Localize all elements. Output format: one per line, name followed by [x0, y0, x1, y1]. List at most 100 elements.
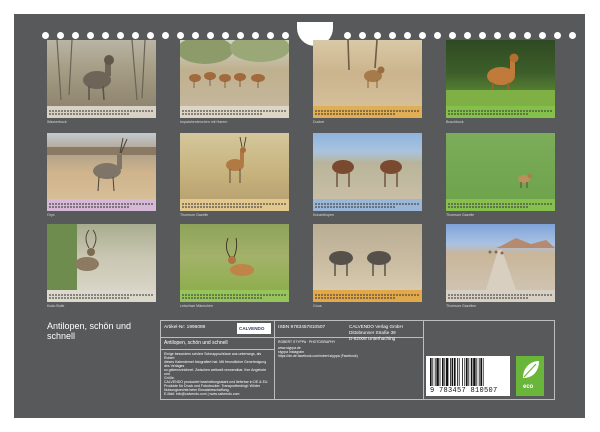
date-cell [215, 293, 217, 296]
date-cell [236, 109, 238, 112]
month-thumbnail-9[interactable]: Kudu Bulle [47, 224, 156, 308]
month-thumbnail-7[interactable]: Kuhantilopen [313, 133, 422, 217]
date-cell [269, 293, 271, 296]
date-cell [505, 202, 507, 205]
date-cell [197, 205, 199, 208]
date-cell [254, 205, 256, 208]
date-cell [523, 296, 525, 299]
month-thumbnail-10[interactable]: Letschwe Männchen [180, 224, 289, 308]
date-cell [64, 296, 66, 299]
date-cell [224, 205, 226, 208]
thomson-gazelles-road-scene [486, 238, 555, 290]
date-cell [487, 296, 489, 299]
date-cell [230, 205, 232, 208]
date-cell [82, 202, 84, 205]
date-cell [188, 109, 190, 112]
date-cell [239, 109, 241, 112]
date-cell [145, 109, 147, 112]
date-cell [106, 296, 108, 299]
date-cell [188, 202, 190, 205]
eco-badge: eco [516, 356, 544, 396]
date-cell [336, 205, 338, 208]
date-cell [251, 112, 253, 115]
divider-2 [423, 321, 424, 399]
date-cell [145, 293, 147, 296]
date-cell [345, 293, 347, 296]
date-cell [550, 293, 552, 296]
date-cell [236, 205, 238, 208]
date-cell [463, 109, 465, 112]
month-thumbnail-2[interactable]: Impalaherdenchen mit Harem [180, 40, 289, 124]
month-thumbnail-12[interactable]: Thomson Gazellen [446, 224, 555, 308]
date-cell [327, 293, 329, 296]
date-cell [58, 109, 60, 112]
date-cell [70, 112, 72, 115]
month-thumbnail-1[interactable]: Wasserbock [47, 40, 156, 124]
date-cell [218, 296, 220, 299]
date-cell [514, 293, 516, 296]
date-cell [212, 293, 214, 296]
date-cell [218, 202, 220, 205]
date-cell [209, 109, 211, 112]
month-thumbnail-3[interactable]: Ducker [313, 40, 422, 124]
impala-herd-scene [180, 40, 289, 88]
date-cell [454, 296, 456, 299]
date-cell [151, 293, 153, 296]
date-cell [493, 112, 495, 115]
date-cell [79, 202, 81, 205]
date-cell [393, 205, 395, 208]
date-cell [478, 296, 480, 299]
date-cell [484, 112, 486, 115]
date-cell [245, 296, 247, 299]
date-cell [112, 202, 114, 205]
month-thumbnail-11[interactable]: Gnus [313, 224, 422, 308]
date-cell [94, 293, 96, 296]
date-cell [272, 293, 274, 296]
date-cell [387, 296, 389, 299]
date-cell [194, 296, 196, 299]
month-thumbnail-5[interactable]: Oryx [47, 133, 156, 217]
binding-hole [359, 32, 366, 39]
binding-hole [207, 32, 214, 39]
calvendo-logo-text: CALVENDO [239, 326, 265, 331]
date-cell [466, 293, 468, 296]
date-cell [348, 205, 350, 208]
barcode-bar [451, 358, 454, 386]
date-cell [517, 205, 519, 208]
date-cell [278, 202, 280, 205]
barcode-bar [430, 358, 432, 386]
date-cell [345, 109, 347, 112]
date-cell [91, 296, 93, 299]
date-cell [475, 205, 477, 208]
barcode-bar [457, 358, 458, 386]
date-cell [469, 205, 471, 208]
date-cell [321, 293, 323, 296]
date-cell [142, 109, 144, 112]
date-cell [82, 205, 84, 208]
date-cell [342, 202, 344, 205]
date-cell [203, 293, 205, 296]
date-cell [203, 202, 205, 205]
date-cell [550, 202, 552, 205]
month-thumbnail-8[interactable]: Thomson Gazelle [446, 133, 555, 217]
date-cell [487, 112, 489, 115]
date-cell [387, 202, 389, 205]
date-cell [209, 205, 211, 208]
date-cell [224, 109, 226, 112]
date-cell [70, 205, 72, 208]
date-cell [248, 109, 250, 112]
month-thumbnail-6[interactable]: Thomson Gazelle [180, 133, 289, 217]
date-cell [493, 109, 495, 112]
date-cell [417, 109, 419, 112]
date-cell [535, 293, 537, 296]
date-cell [348, 293, 350, 296]
date-cell [91, 112, 93, 115]
date-cell [499, 202, 501, 205]
divider-4 [161, 349, 274, 350]
month-photo-12 [446, 224, 555, 290]
binding-hole [419, 32, 426, 39]
date-cell [215, 205, 217, 208]
month-photo-8 [446, 133, 555, 199]
month-thumbnail-4[interactable]: Buschbock [446, 40, 555, 124]
date-cell [136, 202, 138, 205]
